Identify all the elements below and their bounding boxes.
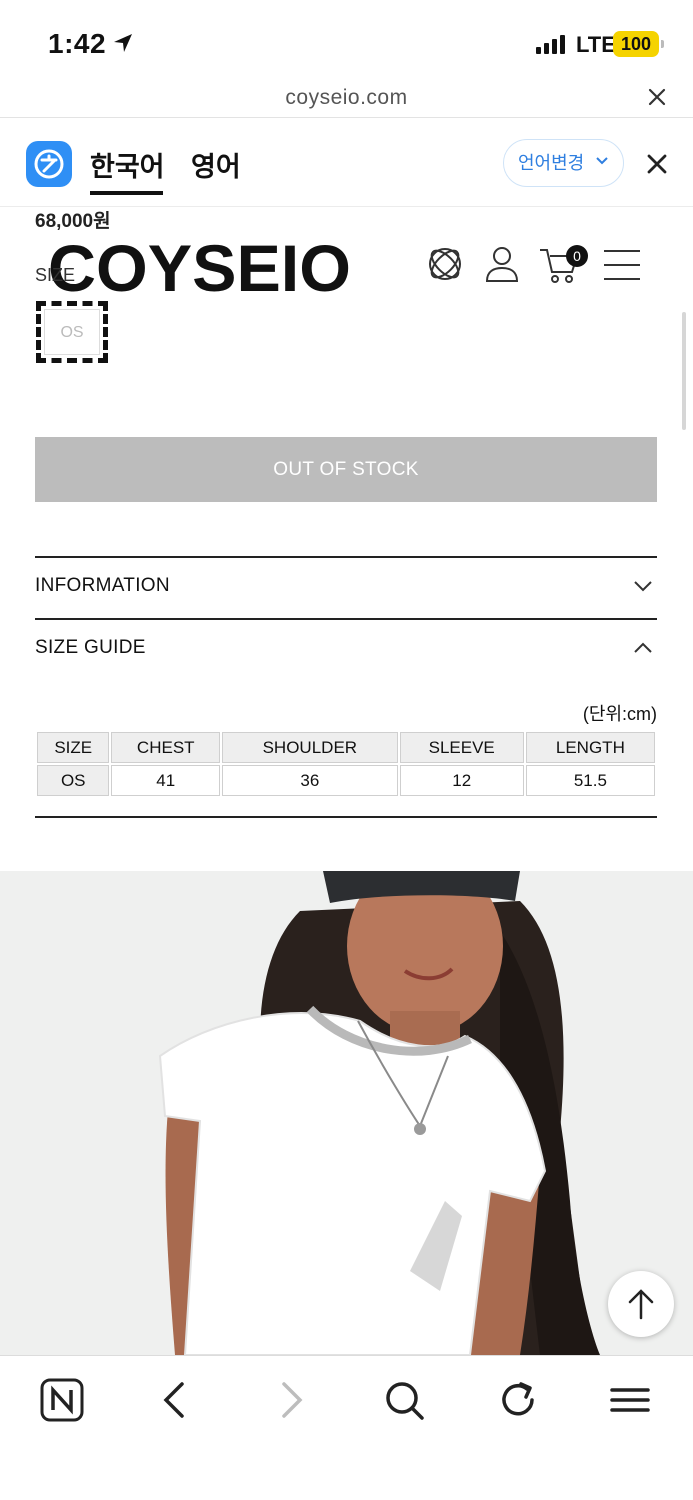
table-header-cell: SHOULDER bbox=[222, 732, 398, 763]
chevron-down-icon bbox=[596, 157, 608, 165]
size-label: SIZE bbox=[35, 265, 76, 285]
accordion-size-guide-label: SIZE GUIDE bbox=[35, 637, 146, 658]
menu-icon[interactable] bbox=[606, 1376, 654, 1424]
size-option-label: OS bbox=[44, 309, 100, 355]
arrow-up-icon bbox=[628, 1289, 654, 1320]
size-option-os[interactable]: OS bbox=[36, 301, 108, 363]
active-tab-indicator bbox=[90, 191, 163, 195]
cart-count-badge: 0 bbox=[566, 245, 588, 267]
table-header-cell: LENGTH bbox=[525, 732, 655, 763]
table-header-cell: CHEST bbox=[111, 732, 221, 763]
back-arrow-icon[interactable] bbox=[152, 1376, 200, 1424]
coyseio-emblem-icon[interactable] bbox=[425, 244, 465, 284]
size-unit: (단위:cm) bbox=[582, 704, 657, 724]
table-cell: 41 bbox=[111, 765, 221, 796]
chevron-down-icon bbox=[634, 581, 652, 592]
table-header-row: SIZE CHEST SHOULDER SLEEVE LENGTH bbox=[37, 732, 655, 763]
close-translate-icon[interactable] bbox=[646, 153, 668, 175]
battery-icon: 100 bbox=[613, 31, 664, 57]
table-row: OS 41 36 12 51.5 bbox=[37, 765, 655, 796]
translate-bar: 한국어 영어 언어변경 bbox=[0, 119, 693, 207]
forward-arrow-icon[interactable] bbox=[266, 1376, 314, 1424]
search-icon[interactable] bbox=[380, 1376, 428, 1424]
close-icon[interactable] bbox=[646, 86, 668, 108]
chevron-up-icon bbox=[634, 642, 652, 653]
table-cell: 51.5 bbox=[525, 765, 655, 796]
location-arrow-icon bbox=[114, 34, 132, 52]
table-header-cell: SIZE bbox=[37, 732, 110, 763]
table-cell: 12 bbox=[399, 765, 524, 796]
change-language-label: 언어변경 bbox=[518, 153, 585, 173]
product-price: 68,000원 bbox=[35, 211, 111, 232]
hamburger-menu-icon[interactable] bbox=[602, 248, 642, 282]
url-text[interactable]: coyseio.com bbox=[0, 86, 693, 110]
browser-toolbar bbox=[0, 1355, 693, 1500]
scroll-to-top-button[interactable] bbox=[608, 1271, 674, 1337]
lang-tab-korean[interactable]: 한국어 bbox=[90, 145, 165, 184]
change-language-button[interactable]: 언어변경 bbox=[503, 139, 624, 187]
translate-app-icon bbox=[26, 141, 72, 187]
table-header-cell: SLEEVE bbox=[399, 732, 524, 763]
user-icon[interactable] bbox=[484, 244, 520, 284]
brand-logo[interactable]: COYSEIO bbox=[48, 238, 353, 294]
product-photo bbox=[0, 871, 693, 1355]
signal-icon bbox=[536, 34, 565, 54]
network-type: LTE bbox=[576, 32, 616, 57]
accordion-size-guide[interactable]: SIZE GUIDE bbox=[35, 618, 657, 680]
page-scrollbar[interactable] bbox=[682, 312, 686, 430]
accordion-information-label: INFORMATION bbox=[35, 575, 170, 596]
naver-home-icon[interactable] bbox=[38, 1376, 86, 1424]
size-guide-table: SIZE CHEST SHOULDER SLEEVE LENGTH OS 41 … bbox=[35, 730, 657, 798]
section-divider bbox=[35, 816, 657, 818]
accordion-information[interactable]: INFORMATION bbox=[35, 556, 657, 618]
svg-text:COYSEIO: COYSEIO bbox=[48, 238, 351, 294]
url-bar[interactable]: coyseio.com bbox=[0, 80, 693, 118]
table-cell: 36 bbox=[222, 765, 398, 796]
lang-tab-english[interactable]: 영어 bbox=[191, 145, 241, 184]
status-time: 1:42 bbox=[48, 28, 107, 59]
out-of-stock-button[interactable]: OUT OF STOCK bbox=[35, 437, 657, 502]
table-cell: OS bbox=[37, 765, 110, 796]
status-bar: 1:42 LTE 100 bbox=[0, 0, 693, 80]
refresh-icon[interactable] bbox=[494, 1376, 542, 1424]
